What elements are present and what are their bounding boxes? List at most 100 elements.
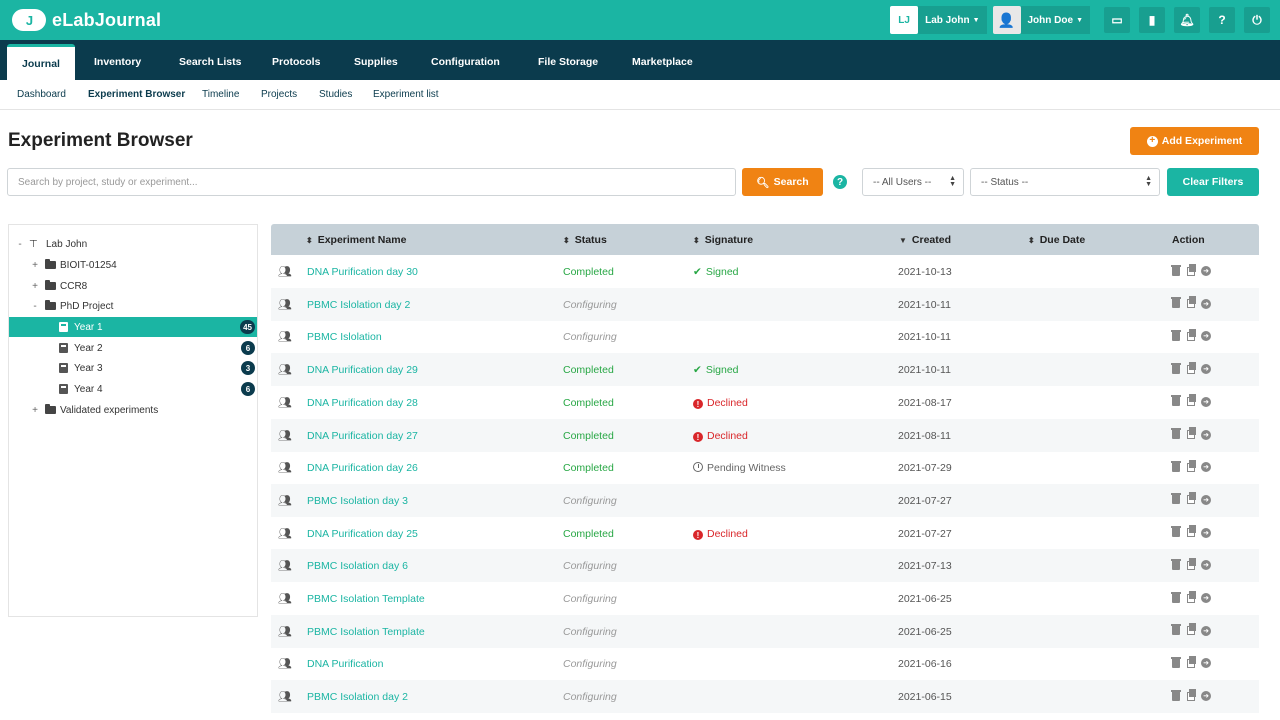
tab-marketplace[interactable]: Marketplace bbox=[632, 44, 693, 80]
delete-icon[interactable] bbox=[1171, 362, 1181, 374]
power-icon[interactable]: ⏻ bbox=[1244, 7, 1270, 33]
subnav-dashboard[interactable]: Dashboard bbox=[17, 89, 66, 100]
copy-icon[interactable] bbox=[1186, 263, 1196, 276]
delete-icon[interactable] bbox=[1171, 656, 1181, 668]
search-button[interactable]: 🔍︎ Search bbox=[742, 168, 823, 196]
tab-file-storage[interactable]: File Storage bbox=[538, 44, 598, 80]
add-experiment-button[interactable]: + Add Experiment bbox=[1130, 127, 1259, 155]
tab-search-lists[interactable]: Search Lists bbox=[179, 44, 241, 80]
delete-icon[interactable] bbox=[1171, 624, 1181, 636]
tab-configuration[interactable]: Configuration bbox=[431, 44, 500, 80]
open-icon[interactable]: ➜ bbox=[1201, 625, 1211, 636]
users-filter-select[interactable]: -- All Users -- ▲ ▼ bbox=[862, 168, 964, 196]
inbox-icon[interactable]: ▭ bbox=[1104, 7, 1130, 33]
open-icon[interactable]: ➜ bbox=[1201, 462, 1211, 473]
collapse-toggle[interactable]: - bbox=[16, 239, 24, 250]
tree-item-year-4[interactable]: Year 4 6 bbox=[9, 379, 257, 399]
delete-icon[interactable] bbox=[1171, 428, 1181, 440]
delete-icon[interactable] bbox=[1171, 329, 1181, 341]
delete-icon[interactable] bbox=[1171, 460, 1181, 472]
delete-icon[interactable] bbox=[1171, 591, 1181, 603]
open-icon[interactable]: ➜ bbox=[1201, 331, 1211, 342]
tab-protocols[interactable]: Protocols bbox=[272, 44, 320, 80]
subnav-experiment-list[interactable]: Experiment list bbox=[373, 89, 439, 100]
experiment-link[interactable]: DNA Purification day 27 bbox=[307, 430, 418, 442]
lab-switcher-button[interactable]: Lab John ▼ bbox=[918, 6, 987, 34]
tree-item-year-3[interactable]: Year 3 3 bbox=[9, 358, 257, 378]
experiment-link[interactable]: DNA Purification bbox=[307, 658, 383, 670]
experiment-link[interactable]: DNA Purification day 29 bbox=[307, 364, 418, 376]
copy-icon[interactable] bbox=[1186, 296, 1196, 309]
user-menu-button[interactable]: John Doe ▼ bbox=[1020, 6, 1090, 34]
column-header-signature[interactable]: ⬍ Signature bbox=[693, 234, 753, 246]
delete-icon[interactable] bbox=[1171, 493, 1181, 505]
copy-icon[interactable] bbox=[1186, 688, 1196, 701]
copy-icon[interactable] bbox=[1186, 623, 1196, 636]
tab-inventory[interactable]: Inventory bbox=[94, 44, 141, 80]
column-header-status[interactable]: ⬍ Status bbox=[563, 234, 607, 246]
open-icon[interactable]: ➜ bbox=[1201, 527, 1211, 538]
copy-icon[interactable] bbox=[1186, 492, 1196, 505]
open-icon[interactable]: ➜ bbox=[1201, 494, 1211, 505]
open-icon[interactable]: ➜ bbox=[1201, 429, 1211, 440]
expand-toggle[interactable]: + bbox=[31, 281, 39, 292]
subnav-experiment-browser[interactable]: Experiment Browser bbox=[88, 89, 185, 100]
column-header-due-date[interactable]: ⬍ Due Date bbox=[1028, 234, 1085, 246]
clear-filters-button[interactable]: Clear Filters bbox=[1167, 168, 1259, 196]
experiment-link[interactable]: DNA Purification day 25 bbox=[307, 528, 418, 540]
experiment-link[interactable]: PBMC Isolation day 6 bbox=[307, 560, 408, 572]
experiment-link[interactable]: DNA Purification day 26 bbox=[307, 462, 418, 474]
collapse-toggle[interactable]: - bbox=[31, 301, 39, 312]
tree-item-year-1[interactable]: Year 1 45 bbox=[9, 317, 257, 337]
subnav-projects[interactable]: Projects bbox=[261, 89, 297, 100]
delete-icon[interactable] bbox=[1171, 558, 1181, 570]
app-logo[interactable]: J eLabJournal bbox=[12, 9, 161, 31]
tab-supplies[interactable]: Supplies bbox=[354, 44, 398, 80]
open-icon[interactable]: ➜ bbox=[1201, 658, 1211, 669]
delete-icon[interactable] bbox=[1171, 264, 1181, 276]
tab-journal[interactable]: Journal bbox=[7, 44, 75, 80]
copy-icon[interactable] bbox=[1186, 394, 1196, 407]
experiment-link[interactable]: PBMC Isolation day 2 bbox=[307, 691, 408, 703]
copy-icon[interactable] bbox=[1186, 557, 1196, 570]
subnav-studies[interactable]: Studies bbox=[319, 89, 352, 100]
tree-item-lab-john[interactable]: - ⊤ Lab John bbox=[9, 234, 257, 254]
tree-item-bioit[interactable]: + BIOIT-01254 bbox=[9, 255, 257, 275]
copy-icon[interactable] bbox=[1186, 655, 1196, 668]
open-icon[interactable]: ➜ bbox=[1201, 560, 1211, 571]
search-help-icon[interactable]: ? bbox=[833, 175, 847, 189]
experiment-link[interactable]: PBMC Islolation bbox=[307, 331, 382, 343]
status-filter-select[interactable]: -- Status -- ▲ ▼ bbox=[970, 168, 1160, 196]
column-header-experiment-name[interactable]: ⬍ Experiment Name bbox=[306, 234, 406, 246]
open-icon[interactable]: ➜ bbox=[1201, 364, 1211, 375]
experiment-link[interactable]: PBMC Isolation Template bbox=[307, 593, 425, 605]
experiment-link[interactable]: DNA Purification day 30 bbox=[307, 266, 418, 278]
open-icon[interactable]: ➜ bbox=[1201, 396, 1211, 407]
copy-icon[interactable] bbox=[1186, 328, 1196, 341]
copy-icon[interactable] bbox=[1186, 590, 1196, 603]
delete-icon[interactable] bbox=[1171, 395, 1181, 407]
copy-icon[interactable] bbox=[1186, 427, 1196, 440]
lab-switcher[interactable]: LJ Lab John ▼ bbox=[890, 6, 987, 34]
tree-item-validated-experiments[interactable]: + Validated experiments bbox=[9, 400, 257, 420]
expand-toggle[interactable]: + bbox=[31, 405, 39, 416]
search-input[interactable] bbox=[7, 168, 736, 196]
copy-icon[interactable] bbox=[1186, 525, 1196, 538]
copy-icon[interactable] bbox=[1186, 459, 1196, 472]
user-menu[interactable]: 👤 John Doe ▼ bbox=[992, 6, 1090, 34]
delete-icon[interactable] bbox=[1171, 297, 1181, 309]
open-icon[interactable]: ➜ bbox=[1201, 593, 1211, 603]
experiment-link[interactable]: PBMC Isolation Template bbox=[307, 626, 425, 638]
experiment-link[interactable]: PBMC Islolation day 2 bbox=[307, 299, 410, 311]
open-icon[interactable]: ➜ bbox=[1201, 298, 1211, 309]
tree-item-ccr8[interactable]: + CCR8 bbox=[9, 276, 257, 296]
chat-icon[interactable]: ▮ bbox=[1139, 7, 1165, 33]
tree-item-phd-project[interactable]: - PhD Project bbox=[9, 296, 257, 316]
tree-item-year-2[interactable]: Year 2 6 bbox=[9, 338, 257, 358]
delete-icon[interactable] bbox=[1171, 526, 1181, 538]
delete-icon[interactable] bbox=[1171, 689, 1181, 701]
open-icon[interactable]: ➜ bbox=[1201, 691, 1211, 702]
open-icon[interactable]: ➜ bbox=[1201, 266, 1211, 276]
subnav-timeline[interactable]: Timeline bbox=[202, 89, 239, 100]
bell-icon[interactable]: 🔔︎ bbox=[1174, 7, 1200, 33]
